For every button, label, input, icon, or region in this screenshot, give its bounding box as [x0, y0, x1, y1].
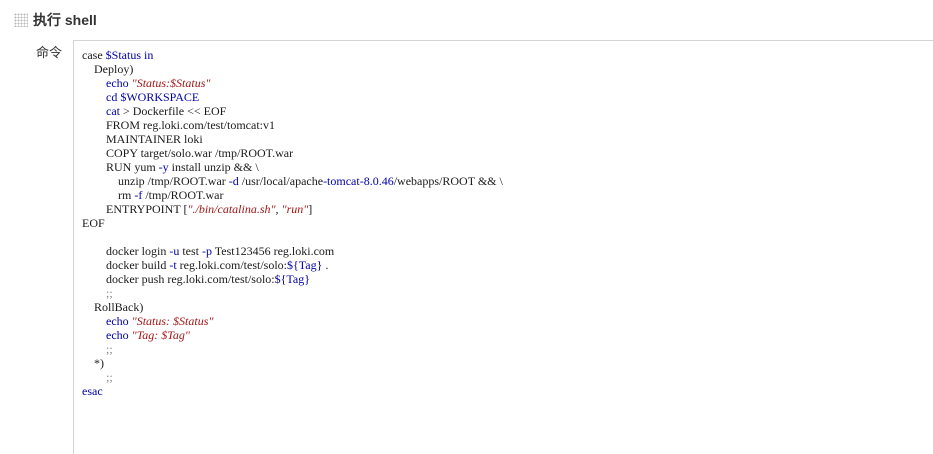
code-token: ${Tag}: [287, 258, 323, 272]
code-token: -p: [202, 244, 212, 258]
code-line: MAINTAINER loki: [82, 132, 503, 146]
code-token: *): [82, 356, 104, 370]
code-line: RUN yum -y install unzip && \: [82, 160, 503, 174]
code-token: echo: [106, 76, 132, 90]
code-token: docker push reg.loki.com/test/solo:: [82, 272, 275, 286]
code-token: cat: [106, 104, 120, 118]
code-token: .: [322, 258, 329, 272]
section-header: 执行 shell: [0, 0, 933, 40]
code-token: ;;: [82, 370, 113, 384]
code-token: COPY target/solo.war /tmp/ROOT.war: [82, 146, 294, 160]
code-token: rm: [82, 188, 135, 202]
code-line: echo "Status: $Status": [82, 314, 503, 328]
code-token: "Status: $Status": [131, 314, 214, 328]
drag-handle-icon[interactable]: [14, 13, 28, 27]
code-line: ;;: [82, 342, 503, 356]
code-token: RollBack): [82, 300, 144, 314]
code-line: rm -f /tmp/ROOT.war: [82, 188, 503, 202]
section-title: 执行 shell: [33, 12, 97, 28]
code-token: "Status:$Status": [131, 76, 211, 90]
code-line: *): [82, 356, 503, 370]
code-token: -u: [169, 244, 180, 258]
code-line: docker push reg.loki.com/test/solo:${Tag…: [82, 272, 503, 286]
code-token: -y: [158, 160, 169, 174]
code-line: echo "Tag: $Tag": [82, 328, 503, 342]
code-token: Test123456 reg.loki.com: [212, 244, 335, 258]
code-token: $WORKSPACE: [120, 90, 200, 104]
code-token: echo: [106, 314, 132, 328]
code-token: unzip /tmp/ROOT.war: [82, 174, 229, 188]
code-token: docker build: [82, 258, 170, 272]
code-line: FROM reg.loki.com/test/tomcat:v1: [82, 118, 503, 132]
code-token: $Status: [105, 48, 141, 62]
code-token: "run": [281, 202, 309, 216]
code-token: /webapps/ROOT && \: [393, 174, 503, 188]
code-token: install unzip && \: [168, 160, 259, 174]
command-textarea[interactable]: case $Status in Deploy) echo "Status:$St…: [73, 40, 933, 454]
code-token: /tmp/ROOT.war: [142, 188, 224, 202]
code-token: esac: [82, 384, 103, 398]
code-line: ;;: [82, 286, 503, 300]
code-line: ENTRYPOINT ["./bin/catalina.sh", "run"]: [82, 202, 503, 216]
code-line: case $Status in: [82, 48, 503, 62]
code-line: ;;: [82, 370, 503, 384]
code-line: unzip /tmp/ROOT.war -d /usr/local/apache…: [82, 174, 503, 188]
code-token: > Dockerfile << EOF: [120, 104, 227, 118]
code-token: "Tag: $Tag": [131, 328, 190, 342]
code-token: /usr/local/apache: [238, 174, 324, 188]
code-token: ${Tag}: [274, 272, 310, 286]
code-line: EOF: [82, 216, 503, 230]
code-token: reg.loki.com/test/solo:: [176, 258, 287, 272]
command-field-label: 命令: [36, 46, 63, 61]
code-line: cd $WORKSPACE: [82, 90, 503, 104]
code-token: cd: [106, 90, 121, 104]
code-line: docker login -u test -p Test123456 reg.l…: [82, 244, 503, 258]
code-token: MAINTAINER loki: [82, 132, 203, 146]
command-code[interactable]: case $Status in Deploy) echo "Status:$St…: [82, 48, 503, 398]
code-token: docker login: [82, 244, 170, 258]
code-token: echo: [106, 328, 132, 342]
code-line: docker build -t reg.loki.com/test/solo:$…: [82, 258, 503, 272]
code-token: test: [179, 244, 202, 258]
code-token: -t: [169, 258, 177, 272]
code-line: COPY target/solo.war /tmp/ROOT.war: [82, 146, 503, 160]
code-token: EOF: [82, 216, 105, 230]
code-line: echo "Status:$Status": [82, 76, 503, 90]
code-token: RUN yum: [82, 160, 159, 174]
code-token: -tomcat-8.0.46: [323, 174, 394, 188]
code-token: "./bin/catalina.sh": [187, 202, 276, 216]
code-token: ENTRYPOINT [: [82, 202, 188, 216]
code-line: Deploy): [82, 62, 503, 76]
code-token: ]: [308, 202, 313, 216]
code-token: -d: [228, 174, 239, 188]
code-token: case: [82, 48, 106, 62]
code-token: FROM reg.loki.com/test/tomcat:v1: [82, 118, 275, 132]
code-token: ;;: [82, 286, 113, 300]
code-token: ;;: [82, 342, 113, 356]
code-line: cat > Dockerfile << EOF: [82, 104, 503, 118]
code-line: RollBack): [82, 300, 503, 314]
code-token: Deploy): [82, 62, 134, 76]
code-token: in: [141, 48, 154, 62]
code-line: esac: [82, 384, 503, 398]
